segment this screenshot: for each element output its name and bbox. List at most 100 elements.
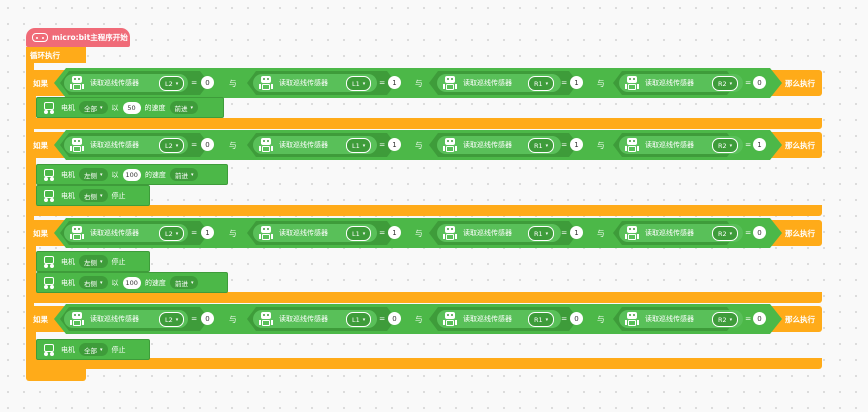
speed-prefix: 以 — [111, 170, 119, 179]
direction-dropdown[interactable]: 前进 ▾ — [169, 101, 199, 114]
if-label: 如果 — [33, 79, 48, 88]
speed-suffix: 的速度 — [144, 170, 166, 179]
sensor-value-input[interactable]: 0 — [753, 76, 766, 89]
chevron-down-icon: ▾ — [729, 80, 733, 87]
motor-label: 电机 — [61, 278, 75, 287]
sensor-label: 读取巡线传感器 — [90, 229, 139, 237]
then-label: 那么执行 — [785, 315, 815, 324]
equals-operator: = — [379, 314, 386, 323]
motor-run-block[interactable]: 电机 全部 ▾ 以 50 的速度 前进 ▾ — [36, 97, 224, 118]
direction-dropdown-value: 前进 — [174, 104, 188, 113]
sensor-port-dropdown[interactable]: L2 ▾ — [159, 312, 185, 327]
sensor-port-dropdown[interactable]: R2 ▾ — [712, 138, 739, 153]
motor-stop-block[interactable]: 电机 全部 ▾ 停止 — [36, 339, 150, 360]
forever-loop[interactable]: 循环执行 — [26, 47, 86, 63]
chevron-down-icon: ▾ — [545, 230, 549, 237]
speed-input[interactable]: 50 — [122, 101, 141, 114]
sensor-value-input[interactable]: 0 — [570, 312, 583, 325]
motor-side-dropdown[interactable]: 右侧 ▾ — [79, 189, 108, 202]
loop-label: 循环执行 — [30, 50, 60, 60]
stop-label: 停止 — [111, 345, 126, 354]
sensor-label: 读取巡线传感器 — [279, 79, 328, 87]
equals-operator: = — [191, 140, 198, 149]
direction-dropdown[interactable]: 前进 ▾ — [169, 168, 199, 181]
sensor-port-dropdown[interactable]: L2 ▾ — [159, 76, 185, 91]
speed-input[interactable]: 100 — [122, 276, 141, 289]
sensor-port-dropdown-value: L1 — [352, 315, 360, 324]
sensor-label: 读取巡线传感器 — [279, 315, 328, 323]
chevron-down-icon: ▾ — [190, 279, 194, 286]
sensor-port-dropdown[interactable]: L1 ▾ — [346, 138, 372, 153]
and-label: 与 — [415, 141, 423, 150]
motor-side-dropdown-value: 全部 — [84, 346, 97, 355]
if-bottom — [26, 118, 822, 129]
sensor-value-input[interactable]: 0 — [201, 312, 214, 325]
and-label: 与 — [229, 315, 237, 324]
sensor-label: 读取巡线传感器 — [279, 141, 328, 149]
sensor-value-input[interactable]: 1 — [388, 76, 401, 89]
robot-sensor-icon — [623, 75, 641, 91]
sensor-label: 读取巡线传感器 — [463, 229, 512, 237]
sensor-port-dropdown[interactable]: R2 ▾ — [712, 76, 739, 91]
motor-side-dropdown[interactable]: 全部 ▾ — [79, 101, 108, 114]
equals-operator: = — [191, 228, 198, 237]
sensor-port-dropdown[interactable]: L2 ▾ — [159, 138, 185, 153]
motor-side-dropdown[interactable]: 左侧 ▾ — [79, 168, 108, 181]
sensor-port-dropdown-value: L1 — [352, 229, 360, 238]
chevron-down-icon: ▾ — [100, 346, 103, 353]
sensor-port-dropdown[interactable]: R2 ▾ — [712, 226, 739, 241]
chevron-down-icon: ▾ — [100, 171, 103, 178]
sensor-port-dropdown-value: L2 — [165, 315, 173, 324]
chevron-down-icon: ▾ — [545, 80, 549, 87]
loop-bottom — [26, 369, 86, 381]
motor-icon — [41, 254, 57, 269]
sensor-port-dropdown[interactable]: L2 ▾ — [159, 226, 185, 241]
sensor-value-input[interactable]: 1 — [388, 138, 401, 151]
direction-dropdown[interactable]: 前进 ▾ — [169, 276, 199, 289]
and-label: 与 — [229, 229, 237, 238]
and-label: 与 — [415, 79, 423, 88]
sensor-value-input[interactable]: 1 — [570, 226, 583, 239]
motor-side-dropdown[interactable]: 全部 ▾ — [79, 343, 108, 356]
robot-sensor-icon — [441, 75, 459, 91]
motor-stop-block[interactable]: 电机 右侧 ▾ 停止 — [36, 185, 150, 206]
if-arm — [26, 96, 36, 118]
speed-input[interactable]: 100 — [122, 168, 141, 181]
sensor-port-dropdown[interactable]: R1 ▾ — [528, 312, 555, 327]
sensor-value-input[interactable]: 1 — [388, 226, 401, 239]
microbit-start-hat[interactable]: micro:bit主程序开始 — [26, 28, 130, 47]
motor-icon — [41, 167, 57, 182]
motor-side-dropdown[interactable]: 左侧 ▾ — [79, 255, 108, 268]
sensor-value-input[interactable]: 0 — [753, 226, 766, 239]
sensor-port-dropdown[interactable]: L1 ▾ — [346, 226, 372, 241]
sensor-value-input[interactable]: 1 — [570, 76, 583, 89]
speed-prefix: 以 — [111, 278, 119, 287]
motor-label: 电机 — [61, 345, 75, 354]
sensor-port-dropdown[interactable]: R1 ▾ — [528, 138, 555, 153]
robot-sensor-icon — [257, 225, 275, 241]
chevron-down-icon: ▾ — [100, 104, 103, 111]
sensor-value-input[interactable]: 0 — [201, 76, 214, 89]
hat-label: micro:bit主程序开始 — [52, 33, 128, 42]
sensor-value-input[interactable]: 0 — [753, 312, 766, 325]
motor-stop-block[interactable]: 电机 左侧 ▾ 停止 — [36, 251, 150, 272]
sensor-port-dropdown[interactable]: R1 ▾ — [528, 76, 555, 91]
sensor-port-dropdown-value: L1 — [352, 141, 360, 150]
then-label: 那么执行 — [785, 229, 815, 238]
sensor-value-input[interactable]: 1 — [570, 138, 583, 151]
stop-label: 停止 — [111, 257, 126, 266]
then-label: 那么执行 — [785, 79, 815, 88]
motor-run-block[interactable]: 电机 左侧 ▾ 以 100 的速度 前进 ▾ — [36, 164, 228, 185]
motor-side-dropdown[interactable]: 右侧 ▾ — [79, 276, 108, 289]
sensor-port-dropdown[interactable]: R2 ▾ — [712, 312, 739, 327]
speed-suffix: 的速度 — [144, 278, 166, 287]
sensor-value-input[interactable]: 0 — [201, 138, 214, 151]
chevron-down-icon: ▾ — [175, 142, 179, 149]
sensor-port-dropdown[interactable]: L1 ▾ — [346, 76, 372, 91]
motor-run-block[interactable]: 电机 右侧 ▾ 以 100 的速度 前进 ▾ — [36, 272, 228, 293]
sensor-value-input[interactable]: 1 — [201, 226, 214, 239]
sensor-value-input[interactable]: 1 — [753, 138, 766, 151]
sensor-port-dropdown[interactable]: R1 ▾ — [528, 226, 555, 241]
sensor-port-dropdown[interactable]: L1 ▾ — [346, 312, 372, 327]
sensor-value-input[interactable]: 0 — [388, 312, 401, 325]
